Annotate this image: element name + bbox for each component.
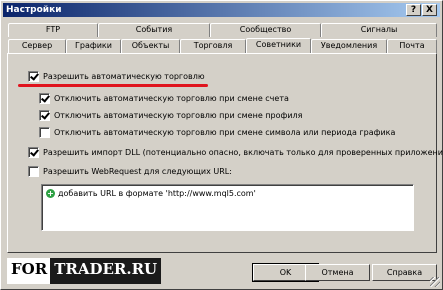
disable-on-account-change-option[interactable]: Отключить автоматическую торговлю при см… bbox=[39, 93, 289, 104]
disable-on-symbol-change-label: Отключить автоматическую торговлю при см… bbox=[54, 127, 396, 137]
allow-dll-import-checkbox[interactable] bbox=[28, 147, 39, 158]
tab-charts[interactable]: Графики bbox=[66, 39, 121, 53]
title-bar[interactable]: Настройки ? X bbox=[3, 3, 440, 17]
fortrader-logo: FOR TRADER.RU bbox=[7, 258, 162, 284]
allow-auto-trading-option[interactable]: Разрешить автоматическую торговлю bbox=[28, 71, 205, 82]
add-url-item[interactable]: + добавить URL в формате 'http://www.mql… bbox=[46, 189, 256, 198]
red-highlight-underline bbox=[18, 84, 208, 87]
allow-dll-import-option[interactable]: Разрешить импорт DLL (потенциально опасн… bbox=[28, 147, 443, 158]
tab-trade[interactable]: Торговля bbox=[180, 39, 246, 53]
allow-dll-import-label: Разрешить импорт DLL (потенциально опасн… bbox=[43, 147, 443, 157]
disable-on-symbol-change-checkbox[interactable] bbox=[39, 127, 50, 138]
allow-auto-trading-label: Разрешить автоматическую торговлю bbox=[43, 71, 205, 81]
tab-ftp[interactable]: FTP bbox=[8, 23, 98, 37]
disable-on-account-change-checkbox[interactable] bbox=[39, 93, 50, 104]
logo-part-for: FOR bbox=[7, 258, 51, 284]
allow-webrequest-checkbox[interactable] bbox=[28, 166, 39, 177]
help-title-button[interactable]: ? bbox=[406, 4, 421, 16]
tab-expert-advisors[interactable]: Советники bbox=[246, 38, 311, 53]
tab-server[interactable]: Сервер bbox=[8, 39, 66, 53]
cancel-button[interactable]: Отмена bbox=[305, 264, 370, 281]
help-button[interactable]: Справка bbox=[372, 264, 437, 281]
tab-notifications[interactable]: Уведомления bbox=[311, 39, 387, 53]
allow-webrequest-label: Разрешить WebRequest для следующих URL: bbox=[43, 166, 232, 176]
tab-community[interactable]: Сообщество bbox=[210, 23, 321, 37]
disable-on-account-change-label: Отключить автоматическую торговлю при см… bbox=[54, 93, 289, 103]
close-title-button[interactable]: X bbox=[422, 4, 437, 16]
tab-objects[interactable]: Объекты bbox=[121, 39, 180, 53]
tab-signals[interactable]: Сигналы bbox=[321, 23, 437, 37]
disable-on-symbol-change-option[interactable]: Отключить автоматическую торговлю при см… bbox=[39, 127, 395, 138]
webrequest-url-list[interactable]: + добавить URL в формате 'http://www.mql… bbox=[41, 184, 414, 231]
allow-auto-trading-checkbox[interactable] bbox=[28, 71, 39, 82]
tab-email[interactable]: Почта bbox=[387, 39, 437, 53]
logo-part-trader: TRADER.RU bbox=[50, 258, 162, 284]
window-title: Настройки bbox=[6, 5, 62, 15]
resize-grip[interactable] bbox=[430, 277, 440, 287]
plus-icon: + bbox=[46, 189, 55, 198]
tab-events[interactable]: События bbox=[98, 23, 210, 37]
disable-on-profile-change-option[interactable]: Отключить автоматическую торговлю при см… bbox=[39, 110, 302, 121]
allow-webrequest-option[interactable]: Разрешить WebRequest для следующих URL: bbox=[28, 166, 232, 177]
disable-on-profile-change-label: Отключить автоматическую торговлю при см… bbox=[54, 110, 303, 120]
settings-dialog: Настройки ? X FTP События Сообщество Сиг… bbox=[0, 0, 443, 290]
disable-on-profile-change-checkbox[interactable] bbox=[39, 110, 50, 121]
add-url-label: добавить URL в формате 'http://www.mql5.… bbox=[58, 189, 256, 198]
